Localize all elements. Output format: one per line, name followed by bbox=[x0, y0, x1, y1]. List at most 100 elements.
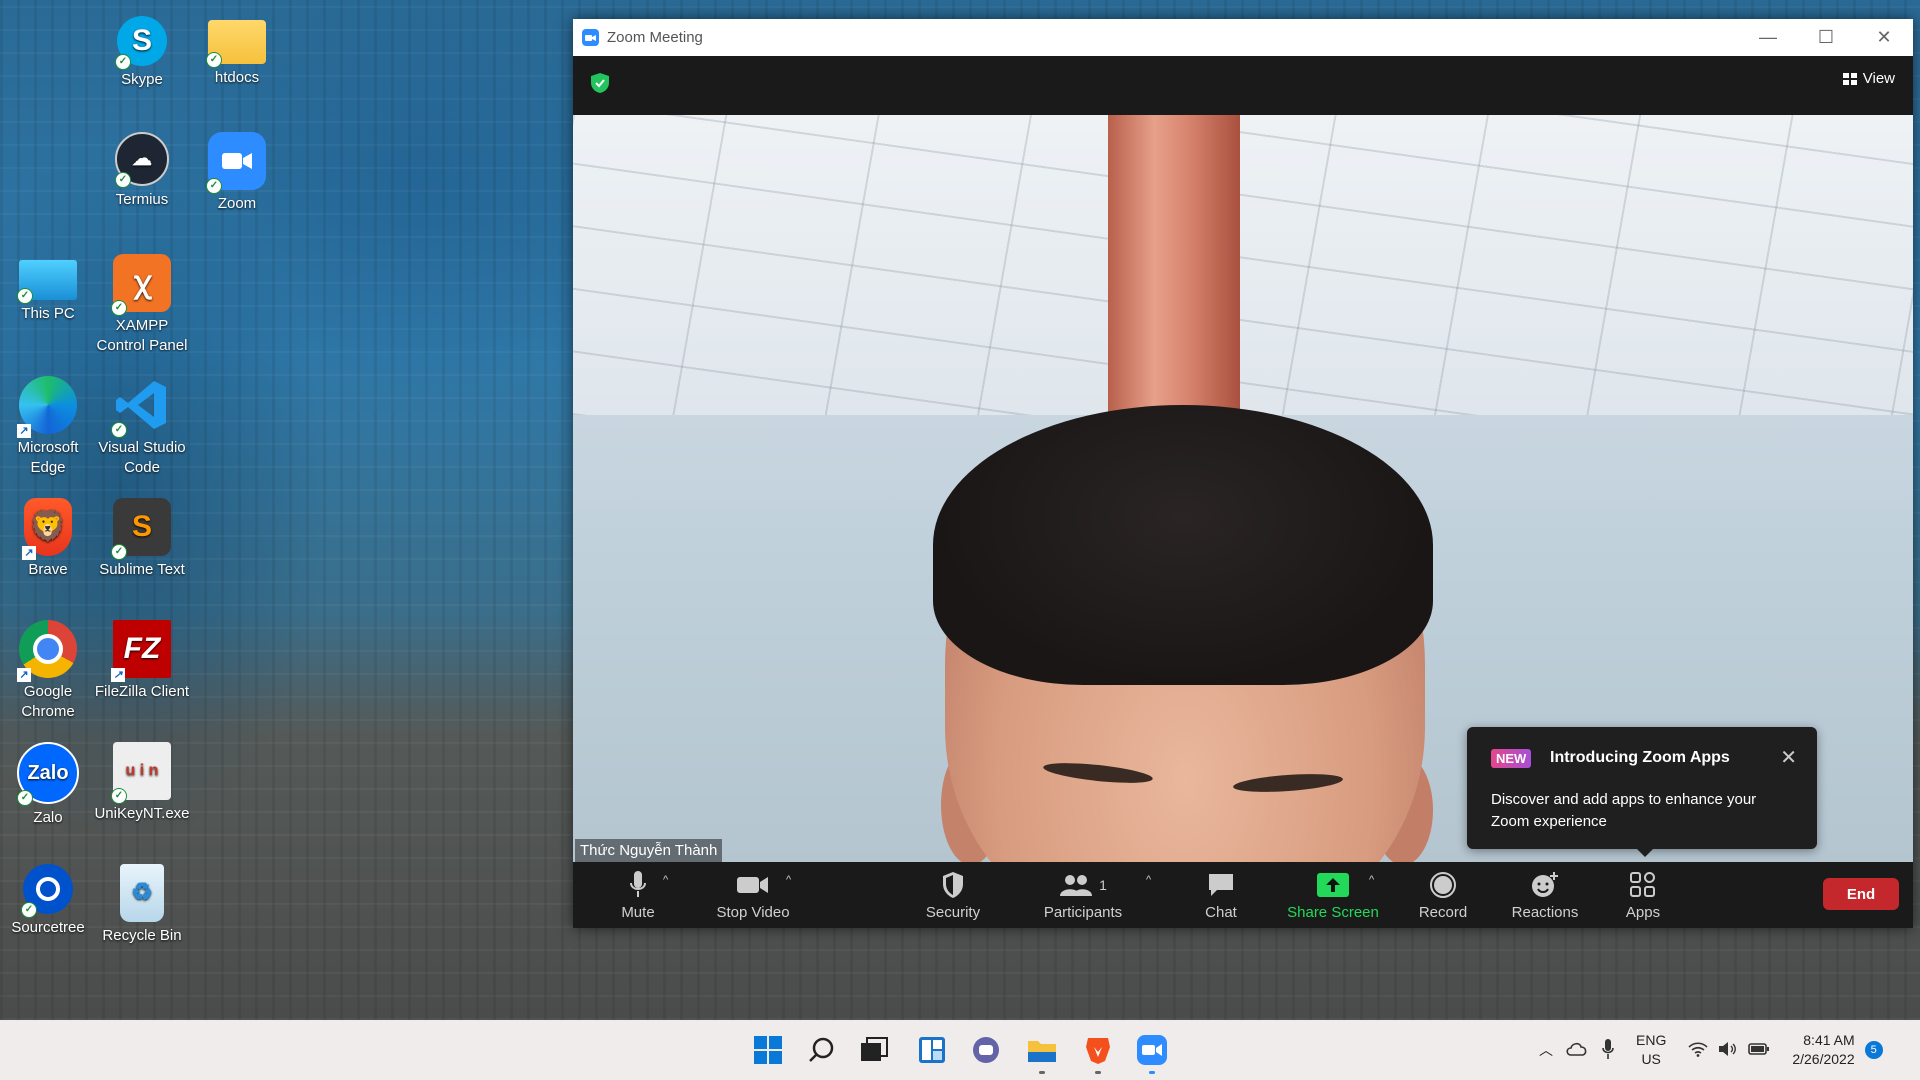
zoom-icon: ✓ bbox=[206, 132, 266, 194]
desktop-icon-edge[interactable]: ↗ Microsoft Edge bbox=[0, 370, 96, 478]
video-background-pillar bbox=[1108, 115, 1240, 455]
zoom-logo-icon bbox=[582, 29, 599, 46]
participants-count: 1 bbox=[1099, 877, 1107, 893]
widgets-icon bbox=[919, 1037, 945, 1063]
record-button[interactable]: Record bbox=[1406, 870, 1480, 921]
desktop-icon-recycle-bin[interactable]: ♻ Recycle Bin bbox=[94, 858, 190, 946]
end-meeting-button[interactable]: End bbox=[1823, 878, 1899, 910]
desktop-icon-vscode[interactable]: ✓ Visual Studio Code bbox=[94, 370, 190, 478]
wifi-icon[interactable] bbox=[1688, 1041, 1708, 1060]
teams-chat-icon bbox=[973, 1037, 999, 1063]
desktop-icon-zalo[interactable]: Zalo ✓ Zalo bbox=[0, 736, 96, 828]
icon-label: Zoom bbox=[217, 195, 257, 212]
sublime-icon: S ✓ bbox=[111, 498, 171, 560]
reactions-smiley-icon bbox=[1532, 872, 1558, 897]
filezilla-icon: FZ ↗ bbox=[111, 620, 171, 682]
desktop-icon-xampp[interactable]: ꭓ ✓ XAMPP Control Panel bbox=[94, 248, 190, 356]
windows-logo-icon bbox=[754, 1036, 782, 1064]
popup-title: Introducing Zoom Apps bbox=[1550, 749, 1730, 766]
task-view-button[interactable] bbox=[856, 1032, 892, 1068]
widgets-button[interactable] bbox=[914, 1032, 950, 1068]
new-badge: NEW bbox=[1491, 749, 1532, 768]
desktop-icon-termius[interactable]: ☁ ✓ Termius bbox=[94, 126, 190, 210]
chat-label: Chat bbox=[1205, 904, 1237, 921]
grid-icon bbox=[1842, 72, 1857, 85]
zoom-icon bbox=[1137, 1035, 1167, 1065]
zoom-meeting-window: Zoom Meeting — ☐ ✕ View Thức Nguyễn Thàn… bbox=[573, 19, 1913, 928]
notification-badge[interactable]: 5 bbox=[1864, 1041, 1883, 1059]
icon-label: FileZilla Client bbox=[94, 683, 190, 700]
minimize-button[interactable]: — bbox=[1739, 19, 1797, 56]
participant-name-tag: Thức Nguyễn Thành bbox=[575, 839, 723, 862]
view-button[interactable]: View bbox=[1842, 70, 1895, 87]
mute-options-caret[interactable]: ^ bbox=[663, 874, 668, 886]
battery-icon[interactable] bbox=[1748, 1042, 1770, 1059]
xampp-icon: ꭓ ✓ bbox=[111, 254, 171, 316]
apps-icon bbox=[1630, 872, 1655, 897]
security-label: Security bbox=[925, 904, 981, 921]
task-view-icon bbox=[861, 1037, 888, 1061]
record-icon bbox=[1430, 872, 1456, 898]
desktop-icon-sublime[interactable]: S ✓ Sublime Text bbox=[94, 492, 190, 580]
participants-button[interactable]: 1 Participants bbox=[1033, 870, 1133, 921]
desktop-icon-unikey[interactable]: u i n ✓ UniKeyNT.exe bbox=[94, 736, 190, 824]
desktop-icon-zoom[interactable]: ✓ Zoom bbox=[189, 126, 285, 214]
icon-label: Visual Studio Code bbox=[98, 439, 186, 476]
teams-chat-button[interactable] bbox=[968, 1032, 1004, 1068]
icon-label: Brave bbox=[28, 561, 68, 578]
system-tray: ︿ ENG US 8:41 AM 2/26/2022 5 bbox=[1536, 1020, 1883, 1080]
reactions-label: Reactions bbox=[1511, 904, 1579, 921]
share-options-caret[interactable]: ^ bbox=[1369, 874, 1374, 886]
folder-icon: ✓ bbox=[206, 20, 266, 68]
desktop-icon-skype[interactable]: S ✓ Skype bbox=[94, 6, 190, 90]
popup-close-icon[interactable]: ✕ bbox=[1780, 745, 1797, 770]
security-button[interactable]: Security bbox=[913, 870, 993, 921]
maximize-button[interactable]: ☐ bbox=[1797, 19, 1855, 56]
volume-icon[interactable] bbox=[1718, 1041, 1738, 1060]
icon-label: Zalo bbox=[33, 809, 63, 826]
show-hidden-icons-chevron-icon[interactable]: ︿ bbox=[1536, 1040, 1556, 1060]
window-titlebar[interactable]: Zoom Meeting — ☐ ✕ bbox=[573, 19, 1913, 56]
reactions-button[interactable]: Reactions bbox=[1503, 870, 1587, 921]
desktop-icon-sourcetree[interactable]: ✓ Sourcetree bbox=[0, 858, 96, 938]
close-button[interactable]: ✕ bbox=[1855, 19, 1913, 56]
desktop-icon-this-pc[interactable]: ✓ This PC bbox=[0, 248, 96, 324]
video-options-caret[interactable]: ^ bbox=[786, 874, 791, 886]
language-label: ENG bbox=[1636, 1032, 1667, 1048]
taskbar: ︿ ENG US 8:41 AM 2/26/2022 5 bbox=[0, 1020, 1920, 1080]
clock[interactable]: 8:41 AM 2/26/2022 bbox=[1792, 1031, 1854, 1069]
start-button[interactable] bbox=[750, 1032, 786, 1068]
language-indicator[interactable]: ENG US bbox=[1636, 1031, 1666, 1069]
popup-body: Discover and add apps to enhance your Zo… bbox=[1491, 791, 1757, 830]
mute-label: Mute bbox=[621, 904, 655, 921]
time-label: 8:41 AM bbox=[1803, 1032, 1855, 1048]
chat-button[interactable]: Chat bbox=[1191, 870, 1251, 921]
search-button[interactable] bbox=[804, 1032, 840, 1068]
desktop-icon-brave[interactable]: 🦁 ↗ Brave bbox=[0, 492, 96, 580]
onedrive-cloud-icon[interactable] bbox=[1566, 1042, 1588, 1059]
icon-label: htdocs bbox=[214, 69, 260, 86]
video-camera-icon bbox=[737, 877, 768, 893]
zoom-apps-popup: NEW Introducing Zoom Apps ✕ Discover and… bbox=[1467, 727, 1817, 857]
encryption-shield-icon[interactable] bbox=[589, 72, 611, 94]
microphone-icon bbox=[630, 871, 646, 897]
apps-button[interactable]: Apps bbox=[1613, 870, 1673, 921]
desktop-icon-htdocs[interactable]: ✓ htdocs bbox=[189, 6, 285, 88]
icon-label: Microsoft Edge bbox=[17, 439, 79, 476]
file-explorer-button[interactable] bbox=[1024, 1032, 1060, 1074]
participants-options-caret[interactable]: ^ bbox=[1146, 874, 1151, 886]
microphone-tray-icon[interactable] bbox=[1602, 1038, 1614, 1062]
zoom-taskbar-button[interactable] bbox=[1134, 1032, 1170, 1074]
icon-label: UniKeyNT.exe bbox=[94, 805, 190, 822]
share-screen-arrow-icon bbox=[1317, 873, 1349, 897]
desktop-icon-chrome[interactable]: ↗ Google Chrome bbox=[0, 614, 96, 722]
meeting-toolbar: Mute ^ Stop Video ^ Security 1 Participa… bbox=[573, 862, 1913, 928]
security-shield-icon bbox=[943, 872, 963, 898]
desktop-icon-filezilla[interactable]: FZ ↗ FileZilla Client bbox=[94, 614, 190, 702]
video-person-hair bbox=[933, 405, 1433, 685]
record-label: Record bbox=[1418, 904, 1468, 921]
chat-bubble-icon bbox=[1209, 874, 1233, 896]
participants-label: Participants bbox=[1043, 904, 1123, 921]
brave-taskbar-button[interactable] bbox=[1080, 1032, 1116, 1074]
desktop-icons: S ✓ Skype ✓ htdocs ☁ ✓ Termius ✓ Zoom ✓ Th… bbox=[0, 0, 300, 1000]
